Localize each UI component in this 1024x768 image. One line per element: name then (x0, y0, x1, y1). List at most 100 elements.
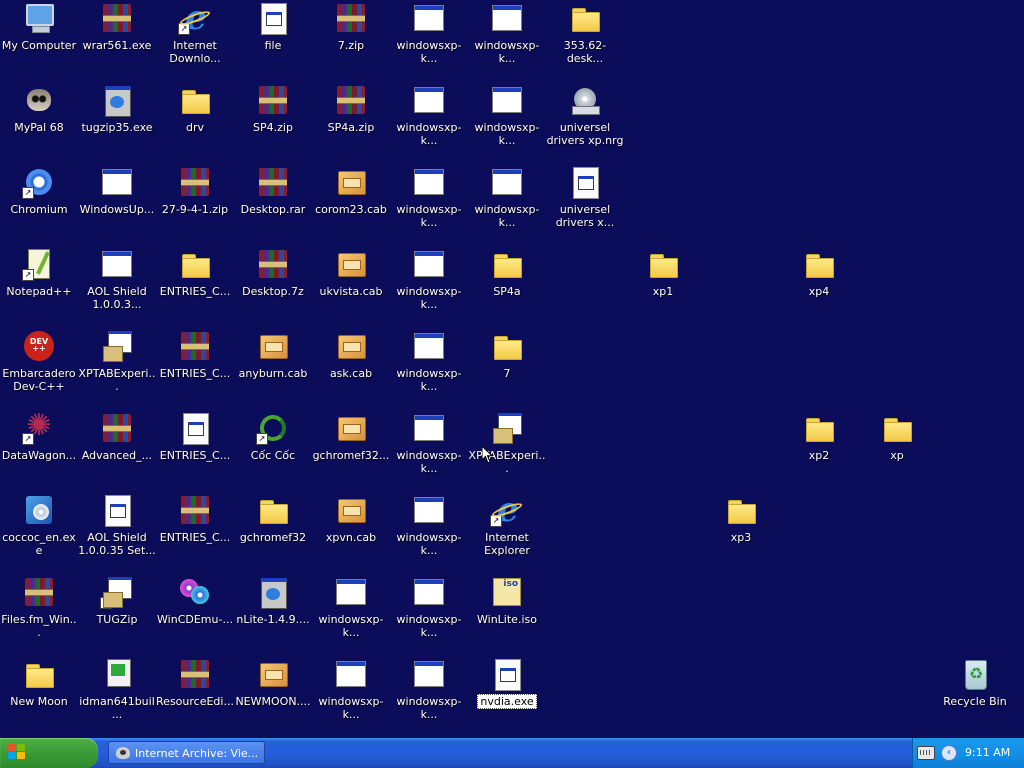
desktop-icon-new-moon[interactable]: New Moon (0, 656, 78, 736)
desktop-icon-xp2[interactable]: xp2 (780, 410, 858, 490)
icon-label: XPTABExperi... (468, 449, 546, 475)
icon-label: drv (185, 121, 204, 134)
desktop-icon-nlite[interactable]: nLite-1.4.9.... (234, 574, 312, 654)
desktop-icon-entries-c-archive[interactable]: ENTRIES_C... (156, 328, 234, 408)
icon-label-rename[interactable]: nvdia.exe (468, 694, 546, 709)
desktop-icon-resource-editor[interactable]: ResourceEdi... (156, 656, 234, 736)
desktop-icon-aol-shield-setup[interactable]: AOL Shield 1.0.0.35 Set... (78, 492, 156, 572)
chromium-icon: ↗ (22, 166, 55, 199)
desktop-icon-27-9-4-1-zip[interactable]: 27-9-4-1.zip (156, 164, 234, 244)
desktop-icon-advanced[interactable]: Advanced_... (78, 410, 156, 490)
desktop-icon-windowsxp-kb[interactable]: windowsxp-k... (390, 410, 468, 490)
window-app-icon (491, 2, 523, 34)
idm-icon: ↗ (178, 0, 211, 35)
desktop-icon-windowsxp-kb[interactable]: windowsxp-k... (390, 82, 468, 162)
desktop-icon-chromium[interactable]: ↗ Chromium (0, 164, 78, 244)
desktop-icon-coccoc-en-exe[interactable]: coccoc_en.exe (0, 492, 78, 572)
desktop-icon-gchromef32-folder[interactable]: gchromef32 (234, 492, 312, 572)
icon-label: xp (890, 449, 904, 462)
desktop-icon-internet-download-manager[interactable]: ↗ Internet Downlo... (156, 0, 234, 80)
desktop-icon-windowsupdate[interactable]: WindowsUp... (78, 164, 156, 244)
desktop-icon-xp3[interactable]: xp3 (702, 492, 780, 572)
icon-label: ENTRIES_C... (159, 285, 231, 298)
desktop-icon-windowsxp-kb[interactable]: windowsxp-k... (390, 574, 468, 654)
desktop-icon-tugzip[interactable]: ↗ TUGZip (78, 574, 156, 654)
desktop-icon-windowsxp-kb[interactable]: windowsxp-k... (390, 656, 468, 736)
desktop-icon-xp[interactable]: xp (858, 410, 936, 490)
window-app-icon (101, 166, 133, 198)
desktop-icon-windowsxp-kb[interactable]: windowsxp-k... (468, 164, 546, 244)
desktop-icon-aol-shield[interactable]: AOL Shield 1.0.0.3... (78, 246, 156, 326)
desktop-icon-coccoc[interactable]: ↗ Cốc Cốc (234, 410, 312, 490)
desktop-icon-dev-cpp[interactable]: Embarcadero Dev-C++ (0, 328, 78, 408)
desktop-icon-sp4a-zip[interactable]: SP4a.zip (312, 82, 390, 162)
icon-label: xp3 (730, 531, 752, 544)
window-app-icon (413, 494, 445, 526)
desktop-icon-windowsxp-kb[interactable]: windowsxp-k... (390, 246, 468, 326)
desktop-icon-universel-drivers-nrg[interactable]: universel drivers xp.nrg (546, 82, 624, 162)
cabinet-icon (335, 166, 367, 198)
desktop-icon-windowsxp-kb[interactable]: windowsxp-k... (390, 328, 468, 408)
desktop-icon-anyburn-cab[interactable]: anyburn.cab (234, 328, 312, 408)
desktop-icon-7zip[interactable]: 7.zip (312, 0, 390, 80)
desktop-icon-xptabexperience-2[interactable]: XPTABExperi... (468, 410, 546, 490)
desktop-icon-winlite-iso[interactable]: WinLite.iso (468, 574, 546, 654)
shortcut-arrow-icon: ↗ (22, 433, 34, 445)
desktop-icon-xp4[interactable]: xp4 (780, 246, 858, 326)
desktop-icon-datawagon[interactable]: ↗ DataWagon... (0, 410, 78, 490)
iso-icon (491, 576, 523, 608)
desktop-icon-windowsxp-kb[interactable]: windowsxp-k... (468, 82, 546, 162)
desktop-icon-newmoon-cab[interactable]: NEWMOON.... (234, 656, 312, 736)
desktop-icon-folder-7[interactable]: 7 (468, 328, 546, 408)
desktop-icon-universel-drivers-x[interactable]: universel drivers x... (546, 164, 624, 244)
window-app-icon (413, 166, 445, 198)
icon-label: nLite-1.4.9.... (236, 613, 310, 626)
desktop-icon-gchromef32-cab[interactable]: gchromef32... (312, 410, 390, 490)
desktop-icon-mypal[interactable]: MyPal 68 (0, 82, 78, 162)
desktop-icon-windowsxp-kb[interactable]: windowsxp-k... (312, 574, 390, 654)
desktop-icon-entries-c-archive-2[interactable]: ENTRIES_C... (156, 492, 234, 572)
desktop-icon-windowsxp-kb[interactable]: windowsxp-k... (312, 656, 390, 736)
desktop-icon-entries-c[interactable]: ENTRIES_C... (156, 246, 234, 326)
desktop-icon-nvdia-exe[interactable]: nvdia.exe (468, 656, 546, 736)
desktop-icon-internet-explorer[interactable]: ↗ Internet Explorer (468, 490, 546, 572)
desktop-icon-windowsxp-kb[interactable]: windowsxp-k... (390, 164, 468, 244)
tray-expand-icon[interactable]: ‹ (941, 745, 957, 761)
desktop-icon-idman-setup[interactable]: idman641buil... (78, 656, 156, 736)
rename-text[interactable]: nvdia.exe (477, 694, 537, 709)
desktop-icon-windowsxp-kb[interactable]: windowsxp-k... (390, 0, 468, 80)
desktop-icon-file[interactable]: file (234, 0, 312, 80)
desktop-icon-my-computer[interactable]: My Computer (0, 0, 78, 80)
desktop-icon-desktop-7z[interactable]: Desktop.7z (234, 246, 312, 326)
desktop-icon-tugzip35[interactable]: tugzip35.exe (78, 82, 156, 162)
desktop-icon-corom23-cab[interactable]: corom23.cab (312, 164, 390, 244)
desktop-icon-sp4a-folder[interactable]: SP4a (468, 246, 546, 326)
datawagon-icon: ↗ (22, 410, 55, 445)
desktop-icon-windowsxp-kb[interactable]: windowsxp-k... (468, 0, 546, 80)
desktop-icon-ask-cab[interactable]: ask.cab (312, 328, 390, 408)
desktop-icon-desktop-rar[interactable]: Desktop.rar (234, 164, 312, 244)
keyboard-icon[interactable] (917, 746, 935, 760)
tugzip-icon (257, 576, 289, 609)
desktop[interactable]: My Computer wrar561.exe ↗ Internet Downl… (0, 0, 1024, 738)
desktop-icon-353-desktop[interactable]: 353.62-desk... (546, 0, 624, 80)
desktop-icon-files-fm[interactable]: Files.fm_Win... (0, 574, 78, 654)
desktop-icon-drv[interactable]: drv (156, 82, 234, 162)
desktop-icon-wrar561[interactable]: wrar561.exe (78, 0, 156, 80)
desktop-icon-recycle-bin[interactable]: Recycle Bin (936, 656, 1014, 736)
icon-label: Desktop.7z (242, 285, 304, 298)
desktop-icon-xp1[interactable]: xp1 (624, 246, 702, 326)
desktop-icon-xptabexperience[interactable]: XPTABExperi... (78, 328, 156, 408)
winrar-icon (179, 494, 211, 526)
start-button[interactable] (0, 738, 98, 768)
desktop-icon-sp4-zip[interactable]: SP4.zip (234, 82, 312, 162)
clock[interactable]: 9:11 AM (965, 738, 1010, 768)
setup-icon (101, 330, 133, 362)
desktop-icon-ukvista-cab[interactable]: ukvista.cab (312, 246, 390, 326)
desktop-icon-entries-c-exe[interactable]: ENTRIES_C... (156, 410, 234, 490)
taskbar-item-internet-archive[interactable]: Internet Archive: Vie... (108, 741, 265, 764)
desktop-icon-notepad-plus-plus[interactable]: ↗ Notepad++ (0, 246, 78, 326)
desktop-icon-xpvn-cab[interactable]: xpvn.cab (312, 492, 390, 572)
desktop-icon-wincdemu[interactable]: WinCDEmu-... (156, 574, 234, 654)
desktop-icon-windowsxp-kb[interactable]: windowsxp-k... (390, 492, 468, 572)
